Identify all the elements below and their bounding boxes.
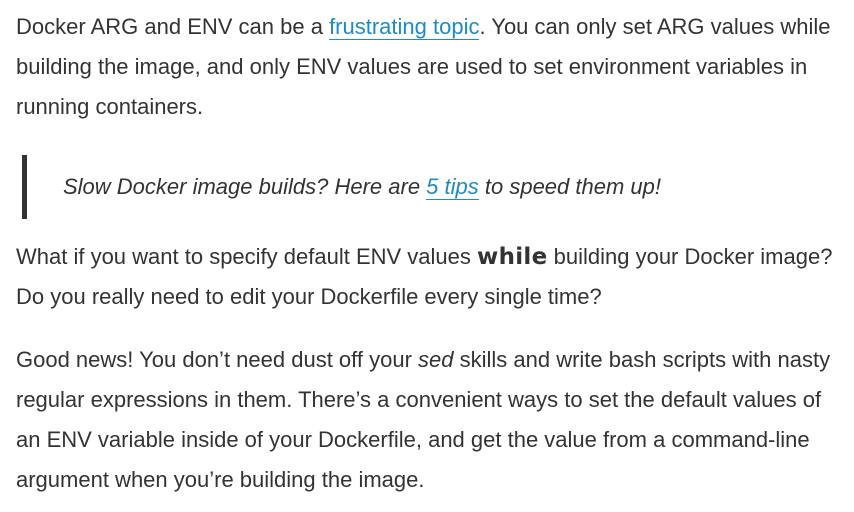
question-paragraph: What if you want to specify default ENV … <box>16 237 846 317</box>
quote-text-end: to speed them up! <box>478 174 661 199</box>
blockquote-text: Slow Docker image builds? Here are 5 tip… <box>63 167 661 207</box>
bold-word-while: while <box>477 244 548 270</box>
good-news-paragraph: Good news! You don’t need dust off your … <box>16 340 846 500</box>
good-news-text-start: Good news! You don’t need dust off your <box>16 347 419 372</box>
frustrating-topic-link[interactable]: frustrating topic <box>329 14 480 40</box>
intro-text-start: Docker ARG and ENV can be a <box>16 14 330 39</box>
article-body: Docker ARG and ENV can be a frustrating … <box>0 7 846 500</box>
question-text-start: What if you want to specify default ENV … <box>16 244 478 269</box>
quote-text-start: Slow Docker image builds? Here are <box>63 174 427 199</box>
sed-emphasis: sed <box>418 347 454 372</box>
five-tips-link[interactable]: 5 tips <box>426 174 479 200</box>
intro-paragraph: Docker ARG and ENV can be a frustrating … <box>16 7 846 127</box>
tip-blockquote: Slow Docker image builds? Here are 5 tip… <box>22 155 846 219</box>
